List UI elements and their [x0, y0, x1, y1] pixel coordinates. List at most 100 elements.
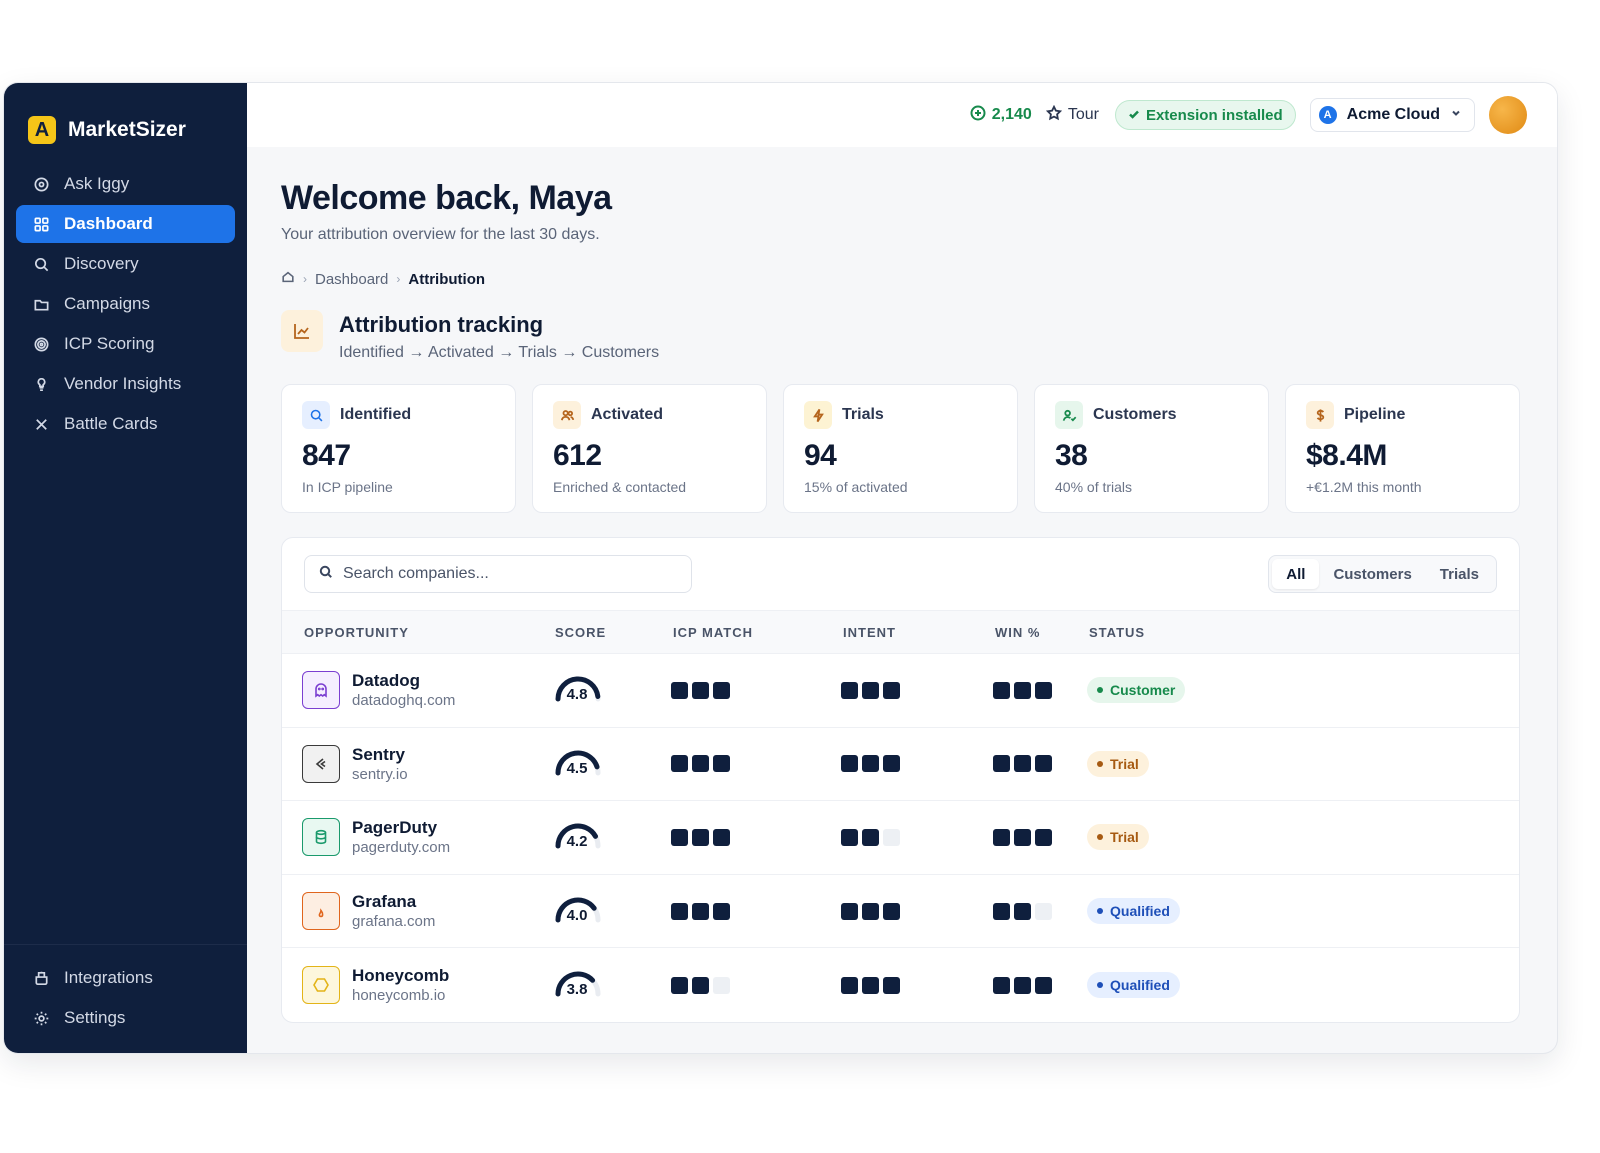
table-row[interactable]: Honeycomb honeycomb.io 3.8 Qualified	[282, 948, 1519, 1022]
sidebar-item-integrations[interactable]: Integrations	[16, 959, 235, 997]
app-window: A MarketSizer Ask Iggy Dashboard Discove…	[4, 83, 1557, 1053]
main-area: 2,140 Tour Extension installed A Acme Cl…	[247, 83, 1557, 1053]
filter-customers[interactable]: Customers	[1319, 559, 1425, 589]
kpi-card-identified: Identified 847 In ICP pipeline	[281, 384, 516, 513]
breadcrumb-separator: ›	[303, 272, 307, 286]
column-header-icp-match[interactable]: ICP MATCH	[673, 625, 843, 640]
ghost-icon	[302, 671, 340, 710]
intent-bar	[883, 681, 900, 699]
breadcrumb-dashboard[interactable]: Dashboard	[315, 271, 388, 288]
column-header-score[interactable]: SCORE	[555, 625, 673, 640]
icp-match-bar	[692, 902, 709, 920]
filter-all[interactable]: All	[1272, 559, 1320, 589]
sidebar-item-label: Integrations	[64, 968, 153, 987]
win-rate-meter	[993, 755, 1087, 773]
column-header-win[interactable]: WIN %	[995, 625, 1089, 640]
win-rate-meter	[993, 828, 1087, 846]
score-gauge: 4.2	[553, 820, 605, 854]
intent-meter	[841, 902, 993, 920]
sidebar-item-label: Battle Cards	[64, 414, 158, 433]
company-name[interactable]: Grafana	[352, 892, 435, 912]
status-dot	[1097, 834, 1103, 841]
sidebar-item-ask-iggy[interactable]: Ask Iggy	[16, 165, 235, 203]
column-header-intent[interactable]: INTENT	[843, 625, 995, 640]
sidebar-item-settings[interactable]: Settings	[16, 999, 235, 1037]
status-label: Customer	[1110, 682, 1176, 699]
sidebar-item-label: Campaigns	[64, 294, 150, 313]
intent-bar	[841, 828, 858, 846]
column-header-status[interactable]: STATUS	[1089, 625, 1289, 640]
filter-trials[interactable]: Trials	[1426, 559, 1493, 589]
company-name[interactable]: Honeycomb	[352, 966, 449, 986]
plug-icon	[32, 969, 50, 987]
page-subtitle: Your attribution overview for the last 3…	[281, 226, 600, 243]
score-gauge: 4.8	[553, 673, 605, 707]
sidebar-nav: Ask Iggy Dashboard Discovery Campaigns I…	[4, 165, 247, 443]
extension-status-badge[interactable]: Extension installed	[1114, 100, 1296, 130]
status-dot	[1097, 687, 1103, 694]
sidebar-item-icp-scoring[interactable]: ICP Scoring	[16, 325, 235, 363]
intent-meter	[841, 681, 993, 699]
intent-bar	[883, 976, 900, 994]
folder-icon	[32, 295, 50, 313]
intent-bar	[883, 828, 900, 846]
brand-name: MarketSizer	[68, 118, 186, 141]
kpi-label: Trials	[842, 406, 884, 423]
kpi-label: Pipeline	[1344, 406, 1406, 423]
company-name[interactable]: Sentry	[352, 745, 408, 765]
win-rate-bar	[1035, 976, 1052, 994]
win-rate-meter	[993, 681, 1087, 699]
intent-bar	[841, 681, 858, 699]
icp-match-meter	[671, 976, 841, 994]
table-row[interactable]: Datadog datadoghq.com 4.8 Customer	[282, 654, 1519, 728]
score-gauge: 3.8	[553, 968, 605, 1002]
extension-label: Extension installed	[1145, 106, 1283, 124]
win-rate-bar	[993, 828, 1010, 846]
score-value: 4.5	[566, 759, 588, 777]
column-header-opportunity[interactable]: OPPORTUNITY	[304, 625, 555, 640]
sidebar-item-label: Settings	[64, 1008, 126, 1027]
win-rate-bar	[1035, 681, 1052, 699]
table-row[interactable]: Grafana grafana.com 4.0 Qualified	[282, 875, 1519, 949]
credits-counter[interactable]: 2,140	[970, 105, 1032, 126]
search-input[interactable]	[343, 565, 673, 583]
tour-button[interactable]: Tour	[1045, 104, 1099, 126]
search-box[interactable]	[304, 555, 692, 593]
section-subtitle: Identified → Activated → Trials → Custom…	[339, 344, 660, 361]
company-name[interactable]: PagerDuty	[352, 818, 450, 838]
search-icon	[32, 255, 50, 273]
status-label: Qualified	[1110, 977, 1170, 994]
sidebar-bottom: Integrations Settings	[4, 944, 247, 1039]
sidebar-item-battle-cards[interactable]: Battle Cards	[16, 405, 235, 443]
icp-match-meter	[671, 681, 841, 699]
kpi-card-customers: Customers 38 40% of trials	[1034, 384, 1269, 513]
brand[interactable]: A MarketSizer	[4, 83, 247, 155]
intent-bar	[862, 976, 879, 994]
icp-match-bar	[692, 681, 709, 699]
sidebar-item-vendor-insights[interactable]: Vendor Insights	[16, 365, 235, 403]
intent-bar	[841, 976, 858, 994]
user-avatar[interactable]	[1489, 96, 1527, 134]
users-icon	[553, 401, 581, 429]
kpi-note: +€1.2M this month	[1306, 479, 1422, 495]
page-title: Welcome back, Maya	[281, 179, 612, 217]
bolt-icon	[804, 401, 832, 429]
home-icon[interactable]	[281, 270, 295, 288]
table-row[interactable]: Sentry sentry.io 4.5 Trial	[282, 728, 1519, 802]
plus-circle-icon	[970, 105, 986, 126]
table-row[interactable]: PagerDuty pagerduty.com 4.2 Trial	[282, 801, 1519, 875]
kpi-label: Customers	[1093, 406, 1177, 423]
table-toolbar: AllCustomersTrials	[282, 538, 1519, 610]
sidebar-item-discovery[interactable]: Discovery	[16, 245, 235, 283]
icp-match-bar	[713, 828, 730, 846]
company-name[interactable]: Datadog	[352, 671, 455, 691]
workspace-switcher[interactable]: A Acme Cloud	[1309, 98, 1475, 132]
kpi-value: 847	[302, 439, 351, 472]
sidebar-item-dashboard[interactable]: Dashboard	[16, 205, 235, 243]
kpi-value: 38	[1055, 439, 1088, 472]
user-check-icon	[1055, 401, 1083, 429]
database-icon	[302, 818, 340, 857]
kpi-value: $8.4M	[1306, 439, 1387, 472]
hexagon-icon	[302, 966, 340, 1005]
sidebar-item-campaigns[interactable]: Campaigns	[16, 285, 235, 323]
